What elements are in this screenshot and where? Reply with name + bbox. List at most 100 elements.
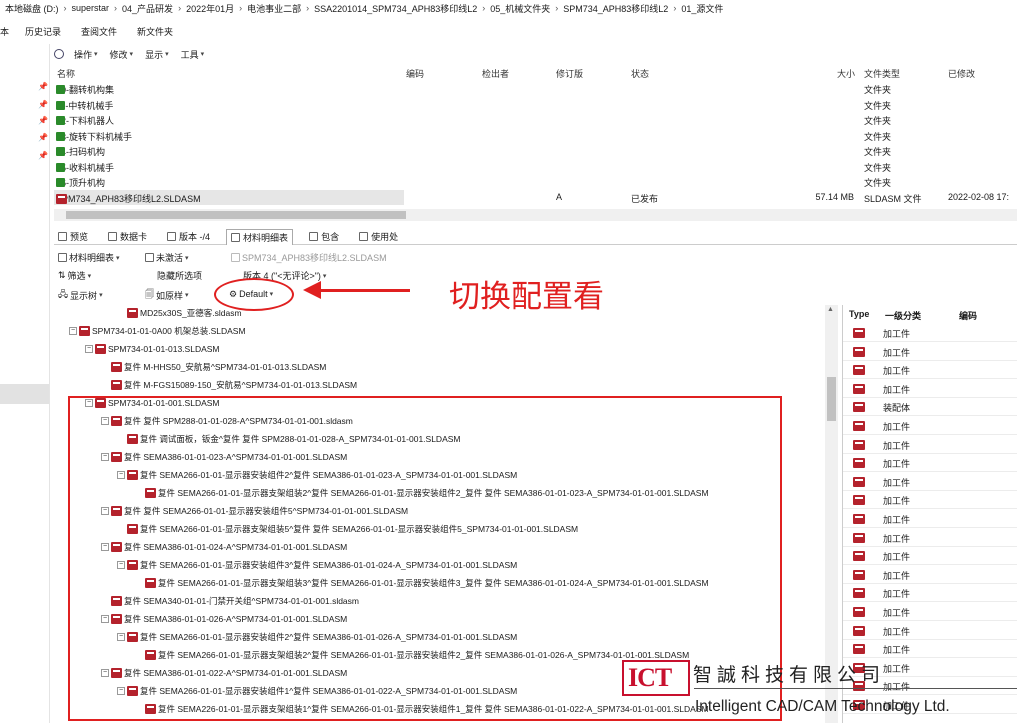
menu-item[interactable]: 历史记录 [25, 25, 61, 38]
column-revision[interactable]: 修订版 [556, 67, 583, 80]
assembly-type-icon [853, 569, 865, 580]
horizontal-scrollbar[interactable] [54, 209, 1017, 221]
properties-row[interactable]: 加工件 [843, 473, 1017, 491]
tree-row[interactable]: 复件 M-FGS15089-150_安航易^SPM734-01-01-013.S… [111, 378, 357, 392]
scrollbar-thumb[interactable] [66, 211, 406, 219]
column-type[interactable]: 文件类型 [864, 67, 900, 80]
breadcrumb-item[interactable]: SPM734_APH83移印线L2 [560, 2, 671, 15]
properties-row[interactable]: 加工件 [843, 566, 1017, 584]
breadcrumb-item[interactable]: 05_机械文件夹 [487, 2, 553, 15]
column-size[interactable]: 大小 [837, 67, 855, 80]
file-status: 已发布 [631, 193, 659, 204]
file-row[interactable]: SPM734_APH83移印线L2.SLDASM A 已发布 57.14 MB SLDA… [54, 189, 1017, 205]
file-size: 57.14 MB [815, 191, 854, 202]
pin-icon[interactable]: 📌 [38, 100, 48, 109]
properties-row[interactable]: 加工件 [843, 380, 1017, 398]
filter-button[interactable]: ⇅ 筛选 ▾ [58, 269, 91, 282]
tab-contains[interactable]: 包含 [305, 229, 343, 245]
properties-row[interactable]: 加工件 [843, 510, 1017, 528]
tree-row[interactable]: MD25x30S_亚德客.sldasm [127, 306, 242, 320]
assembly-type-icon [853, 365, 865, 376]
properties-row[interactable]: 加工件 [843, 529, 1017, 547]
collapse-toggle-icon[interactable]: − [69, 327, 77, 335]
properties-row[interactable]: 加工件 [843, 436, 1017, 454]
properties-row[interactable]: 加工件 [843, 640, 1017, 659]
column-checkout[interactable]: 检出者 [482, 67, 509, 80]
column-code[interactable]: 编码 [406, 67, 424, 80]
hide-selected-button[interactable]: 隐藏所选项 [157, 269, 202, 282]
tab-preview[interactable]: 预览 [54, 229, 92, 245]
breadcrumb-item[interactable]: 04_产品研发 [119, 2, 176, 15]
file-row[interactable]: 12-下料机器人 文件夹 [54, 112, 1017, 127]
file-row[interactable]: 16-顶升机构 文件夹 [54, 174, 1017, 189]
breadcrumb-item[interactable]: 电池事业二部 [244, 2, 304, 15]
properties-row[interactable]: 加工件 [843, 343, 1017, 361]
preview-tabs: 预览 数据卡 版本 -/4 材料明细表 包含 使用处 [54, 228, 1017, 245]
modify-menu[interactable]: 修改 ▾ [108, 48, 136, 61]
as-built-label: 如原样 [156, 290, 184, 301]
display-menu[interactable]: 显示 ▾ [143, 48, 171, 61]
breadcrumb-item[interactable]: 2022年01月 [183, 2, 237, 15]
pin-icon[interactable]: 📌 [38, 133, 48, 142]
file-row[interactable]: 10-翻转机构集 文件夹 [54, 81, 1017, 96]
file-row[interactable]: 15-收料机械手 文件夹 [54, 159, 1017, 174]
file-row[interactable]: 14-扫码机构 文件夹 [54, 143, 1017, 158]
pin-icon[interactable]: 📌 [38, 82, 48, 91]
column-type[interactable]: Type [849, 309, 869, 319]
properties-row[interactable]: 加工件 [843, 547, 1017, 566]
scroll-up-icon[interactable]: ▲ [827, 306, 834, 313]
left-navigation-selected-item[interactable] [0, 384, 49, 404]
menu-item[interactable]: 本 [0, 25, 9, 38]
as-built-dropdown[interactable]: 🗐 如原样 ▾ [145, 287, 189, 303]
tab-bom[interactable]: 材料明细表 [226, 228, 294, 245]
properties-row[interactable]: 加工件 [843, 622, 1017, 640]
bom-icon [231, 232, 241, 242]
tree-row[interactable]: − SPM734-01-01-0A00 机架总装.SLDASM [69, 324, 246, 338]
breadcrumb-item[interactable]: 本地磁盘 (D:) [2, 2, 62, 15]
menu-item[interactable]: 查阅文件 [81, 25, 117, 38]
column-modified[interactable]: 已修改 [948, 67, 975, 80]
folder-icon [56, 162, 65, 172]
properties-row[interactable]: 加工件 [843, 454, 1017, 473]
column-status[interactable]: 状态 [631, 67, 649, 80]
tree-row[interactable]: − SPM734-01-01-013.SLDASM [85, 342, 220, 356]
file-name-cell: 12-下料机器人 [56, 114, 114, 127]
breadcrumb-item[interactable]: superstar [69, 3, 113, 13]
category-value: 加工件 [883, 384, 911, 395]
file-list: 10-翻转机构集 文件夹 11-中转机械手 文件夹 12-下料机器人 文件夹 13-旋转下料… [54, 81, 1017, 207]
properties-row[interactable]: 加工件 [843, 603, 1017, 621]
properties-row[interactable]: 加工件 [843, 324, 1017, 342]
hide-selected-label: 隐藏所选项 [157, 271, 203, 281]
pin-icon[interactable]: 📌 [38, 151, 48, 160]
show-tree-button[interactable]: 🖧 显示树 ▾ [58, 287, 103, 303]
breadcrumb-separator-icon: › [555, 3, 559, 13]
tab-datacard[interactable]: 数据卡 [104, 229, 151, 245]
breadcrumb-item[interactable]: 01_源文件 [678, 2, 726, 15]
breadcrumb-item[interactable]: SSA2201014_SPM734_APH83移印线L2 [311, 2, 480, 15]
tab-where-used[interactable]: 使用处 [355, 229, 402, 245]
column-code[interactable]: 编码 [959, 309, 977, 322]
properties-row[interactable]: 装配体 [843, 398, 1017, 417]
properties-row[interactable]: 加工件 [843, 361, 1017, 380]
operate-menu[interactable]: 操作 ▾ [72, 48, 100, 61]
column-name[interactable]: 名称 [57, 67, 75, 80]
tree-row[interactable]: 复件 M-HHS50_安航易^SPM734-01-01-013.SLDASM [111, 360, 326, 374]
properties-row[interactable]: 加工件 [843, 491, 1017, 510]
file-row[interactable]: 13-旋转下料机械手 文件夹 [54, 128, 1017, 143]
collapse-toggle-icon[interactable]: − [85, 345, 93, 353]
properties-row[interactable]: 加工件 [843, 584, 1017, 603]
column-category[interactable]: 一级分类 [885, 309, 921, 322]
unactivated-dropdown[interactable]: 未激活 ▾ [145, 251, 189, 264]
pin-icon[interactable]: 📌 [38, 116, 48, 125]
tools-menu[interactable]: 工具 ▾ [179, 48, 207, 61]
menu-item[interactable]: 新文件夹 [137, 25, 173, 38]
properties-row[interactable]: 加工件 [843, 417, 1017, 435]
tab-version[interactable]: 版本 -/4 [163, 229, 214, 245]
file-row[interactable]: 11-中转机械手 文件夹 [54, 97, 1017, 112]
chevron-down-icon: ▾ [185, 292, 189, 299]
assembly-file-icon [56, 193, 67, 204]
bom-dropdown[interactable]: 材料明细表 ▾ [58, 251, 120, 264]
breadcrumb-separator-icon: › [306, 3, 310, 13]
category-value: 加工件 [883, 496, 911, 507]
scrollbar-thumb[interactable] [827, 377, 836, 421]
